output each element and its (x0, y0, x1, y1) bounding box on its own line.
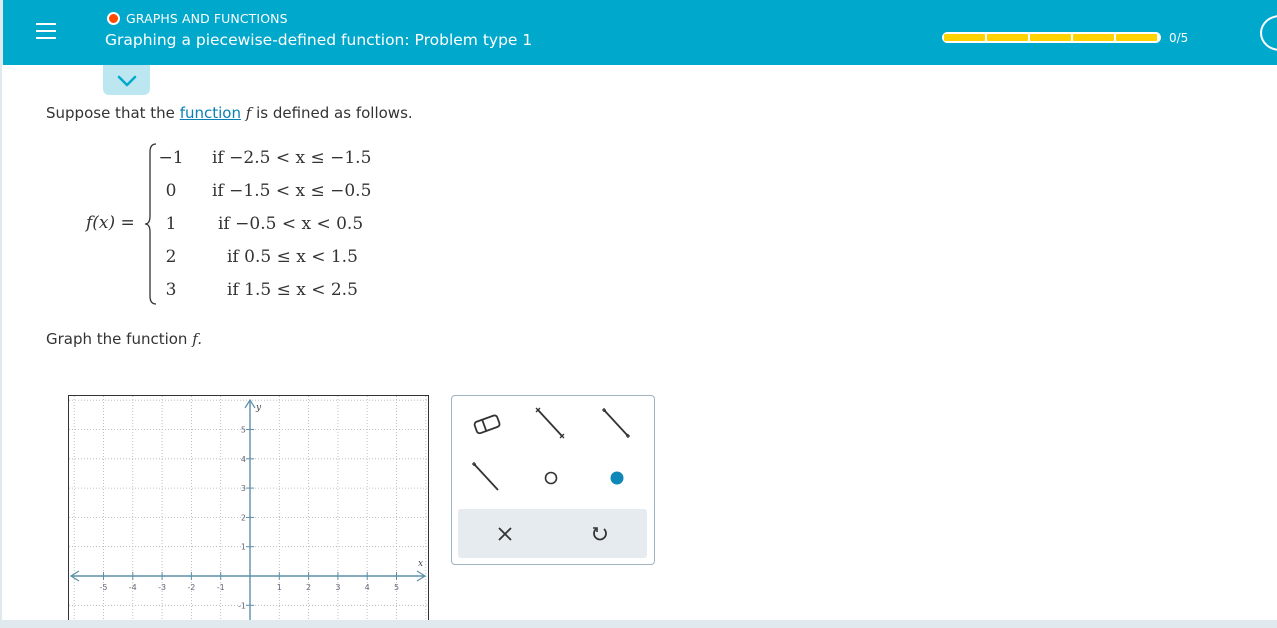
progress-segment (1116, 34, 1157, 41)
y-tick-label: 3 (241, 484, 246, 493)
x-tick-label: 1 (277, 583, 282, 592)
x-tick-label: 2 (306, 583, 311, 592)
progress-segment (1030, 34, 1071, 41)
x-tick-label: 4 (365, 583, 370, 592)
instruction-var: f. (192, 330, 203, 348)
graph-toolbox (451, 395, 655, 565)
piecewise-definition: f(x) = −1 if −2.5 < x ≤ −1.5 0 if −1.5 <… (86, 138, 446, 308)
piece-value: −1 (158, 148, 184, 168)
piece-value: 0 (165, 181, 177, 201)
x-tick-label: -3 (158, 583, 166, 592)
progress-bar (942, 32, 1161, 43)
bottom-divider (0, 620, 1277, 628)
x-tick-label: -5 (100, 583, 108, 592)
y-tick-label: 1 (241, 543, 246, 552)
x-tick-label: -2 (187, 583, 195, 592)
progress-segment (1073, 34, 1114, 41)
segment-closed-open-icon[interactable] (468, 460, 504, 500)
piece-condition: if −2.5 < x ≤ −1.5 (212, 148, 372, 168)
segment-open-open-icon[interactable] (532, 406, 568, 446)
progress-count: 0/5 (1169, 31, 1189, 45)
undo-icon[interactable] (590, 524, 610, 548)
x-tick-label: -4 (129, 583, 137, 592)
y-axis-label: y (255, 403, 262, 413)
x-tick-label: 5 (394, 583, 399, 592)
piece-condition: if 0.5 ≤ x < 1.5 (227, 247, 358, 267)
x-tick-label: -1 (217, 583, 225, 592)
eraser-icon[interactable] (470, 410, 506, 442)
progress-segment (944, 34, 985, 41)
closed-point-icon[interactable] (607, 468, 627, 492)
circular-progress-icon[interactable] (1260, 15, 1277, 51)
piece-value: 1 (165, 214, 177, 234)
open-point-icon[interactable] (541, 468, 561, 492)
instruction-text: Graph the function (46, 330, 188, 348)
left-rail (0, 65, 2, 625)
piece-value: 3 (165, 280, 177, 300)
piece-value: 2 (165, 247, 177, 267)
menu-icon[interactable] (33, 20, 59, 44)
piece-condition: if −0.5 < x < 0.5 (218, 214, 364, 234)
chevron-down-icon (117, 75, 137, 87)
y-tick-label: -1 (238, 601, 246, 610)
segment-closed-closed-icon[interactable] (598, 406, 634, 446)
function-label: f(x) = (86, 213, 135, 233)
y-tick-label: 2 (241, 513, 246, 522)
x-tick-label: 3 (335, 583, 340, 592)
category-label: GRAPHS AND FUNCTIONS (126, 11, 288, 26)
problem-title: Graphing a piecewise-defined function: P… (105, 31, 533, 49)
y-tick-label: 5 (241, 426, 246, 435)
graph-canvas[interactable]: -5 -4 -3 -2 -1 1 2 3 4 5 5 4 3 2 1 -1 x y (68, 395, 429, 620)
progress-segment (987, 34, 1028, 41)
problem-statement: Suppose that the function f is defined a… (46, 104, 413, 122)
expand-toggle-button[interactable] (103, 65, 150, 95)
status-dot-icon (107, 12, 120, 25)
intro-text: Suppose that the (46, 104, 180, 122)
topic-category: GRAPHS AND FUNCTIONS (107, 11, 288, 26)
piece-condition: if 1.5 ≤ x < 2.5 (227, 280, 358, 300)
y-tick-label: 4 (241, 455, 246, 464)
piece-condition: if −1.5 < x ≤ −0.5 (212, 181, 372, 201)
graph-instruction: Graph the function f. (46, 330, 202, 348)
coordinate-plane[interactable]: -5 -4 -3 -2 -1 1 2 3 4 5 5 4 3 2 1 -1 x y (69, 396, 429, 620)
intro-text-end: is defined as follows. (251, 104, 413, 122)
top-header: GRAPHS AND FUNCTIONS Graphing a piecewis… (0, 0, 1277, 65)
action-bar (458, 509, 647, 558)
clear-icon[interactable] (496, 525, 514, 547)
function-definition-link[interactable]: function (180, 104, 241, 122)
x-axis-label: x (418, 559, 423, 569)
